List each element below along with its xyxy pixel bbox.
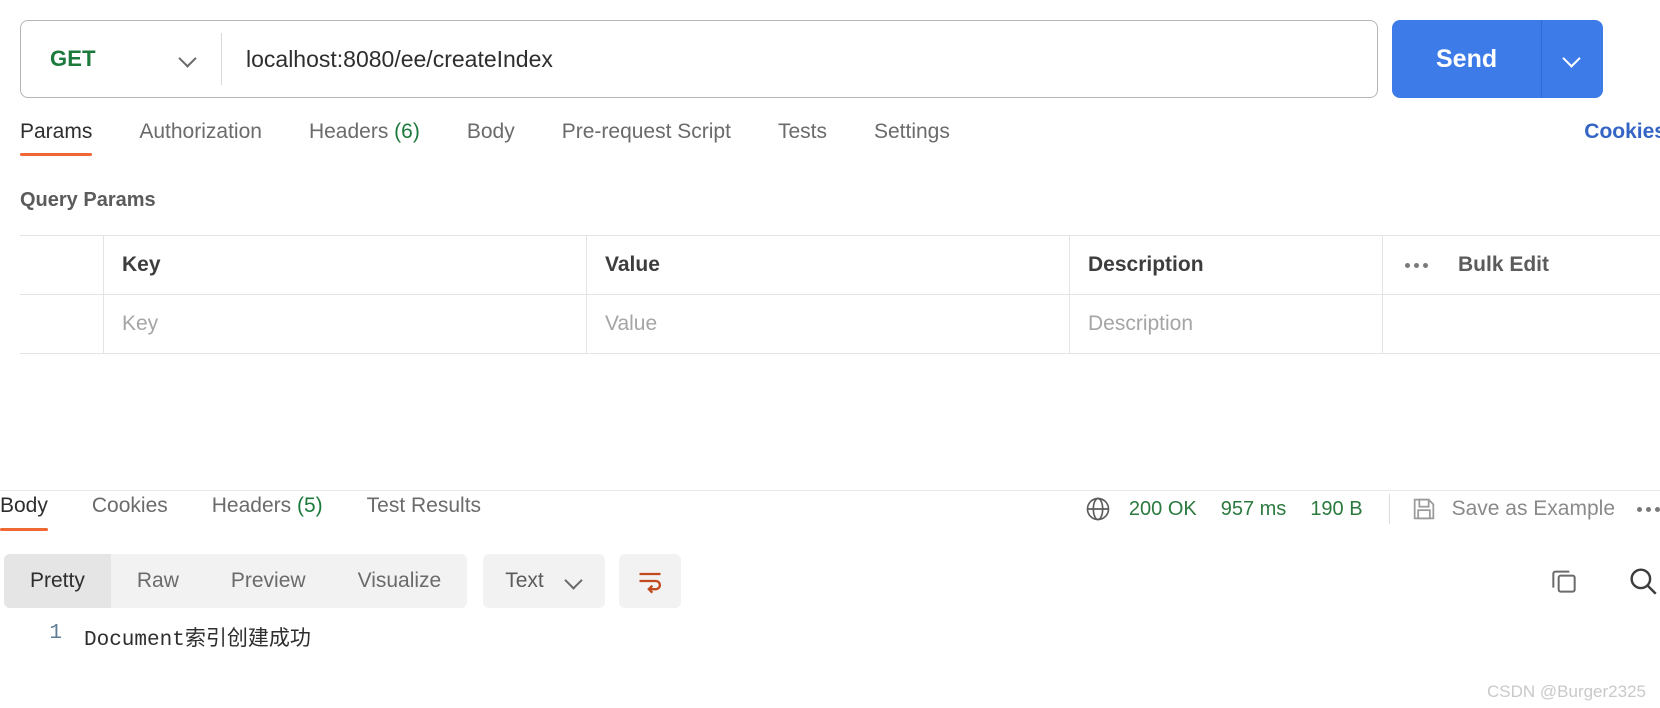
response-size: 190 B	[1310, 497, 1363, 520]
word-wrap-icon	[639, 572, 661, 594]
table-row[interactable]: Key Value Description	[20, 295, 1660, 354]
send-group: Send	[1392, 20, 1604, 98]
response-tab-test-results[interactable]: Test Results	[367, 491, 481, 531]
more-horizontal-icon[interactable]	[1637, 506, 1660, 512]
tab-label: Test Results	[366, 494, 482, 517]
response-tab-body[interactable]: Body	[0, 491, 48, 531]
request-tabs: Params Authorization Headers (6) Body Pr…	[0, 118, 1660, 172]
bulk-edit-button[interactable]: Bulk Edit	[1458, 253, 1549, 277]
watermark: CSDN @Burger2325	[1487, 682, 1646, 701]
view-mode-visualize[interactable]: Visualize	[332, 554, 468, 608]
response-tabs: Body Cookies Headers (5) Test Results	[0, 491, 525, 531]
response-view-modes: Pretty Raw Preview Visualize	[4, 554, 468, 608]
cookies-link[interactable]: Cookies	[1584, 120, 1660, 144]
query-params-title: Query Params	[20, 189, 156, 211]
search-icon	[1630, 568, 1657, 595]
response-meta: 200 OK 957 ms 190 B Save as Example	[1084, 481, 1660, 537]
url-bar: GET Send	[0, 0, 1660, 118]
url-input-group: GET	[20, 20, 1378, 98]
header-value: Value	[587, 236, 1070, 294]
tab-headers[interactable]: Headers (6)	[309, 118, 420, 156]
view-mode-preview[interactable]: Preview	[205, 554, 332, 608]
tab-label: Authorization	[139, 120, 262, 143]
query-params-table: Key Value Description Bulk Edit Key Valu…	[20, 235, 1660, 354]
tab-label: Body	[466, 120, 515, 143]
more-horizontal-icon[interactable]	[1405, 262, 1428, 268]
copy-icon	[1552, 570, 1576, 593]
view-mode-raw[interactable]: Raw	[111, 554, 205, 608]
tab-settings[interactable]: Settings	[874, 118, 950, 156]
tab-body[interactable]: Body	[467, 118, 515, 156]
tab-label: Headers	[211, 494, 292, 517]
response-body-actions	[1548, 552, 1660, 610]
tab-label: Params	[20, 120, 93, 143]
globe-icon	[1084, 495, 1112, 523]
response-format-select[interactable]: Text	[483, 554, 605, 608]
header-key: Key	[104, 236, 587, 294]
response-tab-cookies[interactable]: Cookies	[92, 491, 168, 531]
tab-label: Tests	[777, 120, 827, 143]
tab-label: Body	[0, 494, 48, 517]
table-actions: Bulk Edit	[1383, 236, 1660, 294]
tab-label: Pre-request Script	[561, 120, 731, 143]
send-button[interactable]: Send	[1392, 20, 1542, 98]
response-body-content[interactable]: 1 Document索引创建成功	[0, 614, 1660, 708]
save-icon	[1413, 498, 1434, 520]
header-checkbox-cell	[20, 236, 104, 294]
line-content: Document索引创建成功	[84, 629, 311, 652]
tab-tests[interactable]: Tests	[778, 118, 827, 156]
url-input[interactable]	[222, 21, 1377, 97]
header-description: Description	[1070, 236, 1383, 294]
http-method-select[interactable]: GET	[21, 21, 221, 97]
search-button[interactable]	[1626, 564, 1660, 598]
tab-params[interactable]: Params	[20, 118, 93, 156]
tab-label: Headers	[308, 120, 389, 143]
postman-request-response-view: GET Send Params Authorization Headers (6…	[0, 0, 1660, 708]
table-header-row: Key Value Description Bulk Edit	[20, 236, 1660, 295]
tab-pre-request-script[interactable]: Pre-request Script	[562, 118, 731, 156]
row-key-input[interactable]: Key	[104, 295, 587, 353]
tab-label: Cookies	[91, 494, 168, 517]
word-wrap-button[interactable]	[618, 554, 681, 608]
tab-count: (6)	[394, 120, 420, 143]
row-value-input[interactable]: Value	[587, 295, 1070, 353]
chevron-down-icon	[1564, 51, 1581, 68]
status-badge: 200 OK	[1128, 497, 1197, 520]
tab-count: (5)	[296, 494, 323, 517]
code-line: 1 Document索引创建成功	[0, 622, 1660, 652]
response-time: 957 ms	[1220, 497, 1287, 520]
save-as-example-label: Save as Example	[1451, 497, 1615, 520]
view-mode-pretty[interactable]: Pretty	[4, 554, 111, 608]
chevron-down-icon	[180, 51, 197, 68]
copy-button[interactable]	[1548, 565, 1580, 597]
meta-divider	[1388, 494, 1390, 524]
response-tab-headers[interactable]: Headers (5)	[212, 491, 323, 531]
response-format-label: Text	[505, 569, 544, 592]
http-method-label: GET	[50, 46, 96, 71]
chevron-down-icon	[566, 573, 583, 590]
tab-authorization[interactable]: Authorization	[139, 118, 262, 156]
row-checkbox-cell[interactable]	[20, 295, 104, 353]
row-actions	[1383, 295, 1660, 353]
send-options-button[interactable]	[1541, 20, 1604, 98]
line-number: 1	[49, 622, 62, 645]
save-as-example-button[interactable]: Save as Example	[1410, 495, 1615, 523]
tab-label: Settings	[873, 120, 950, 143]
response-view-toolbar: Pretty Raw Preview Visualize Text	[0, 552, 1660, 610]
row-description-input[interactable]: Description	[1070, 295, 1383, 353]
